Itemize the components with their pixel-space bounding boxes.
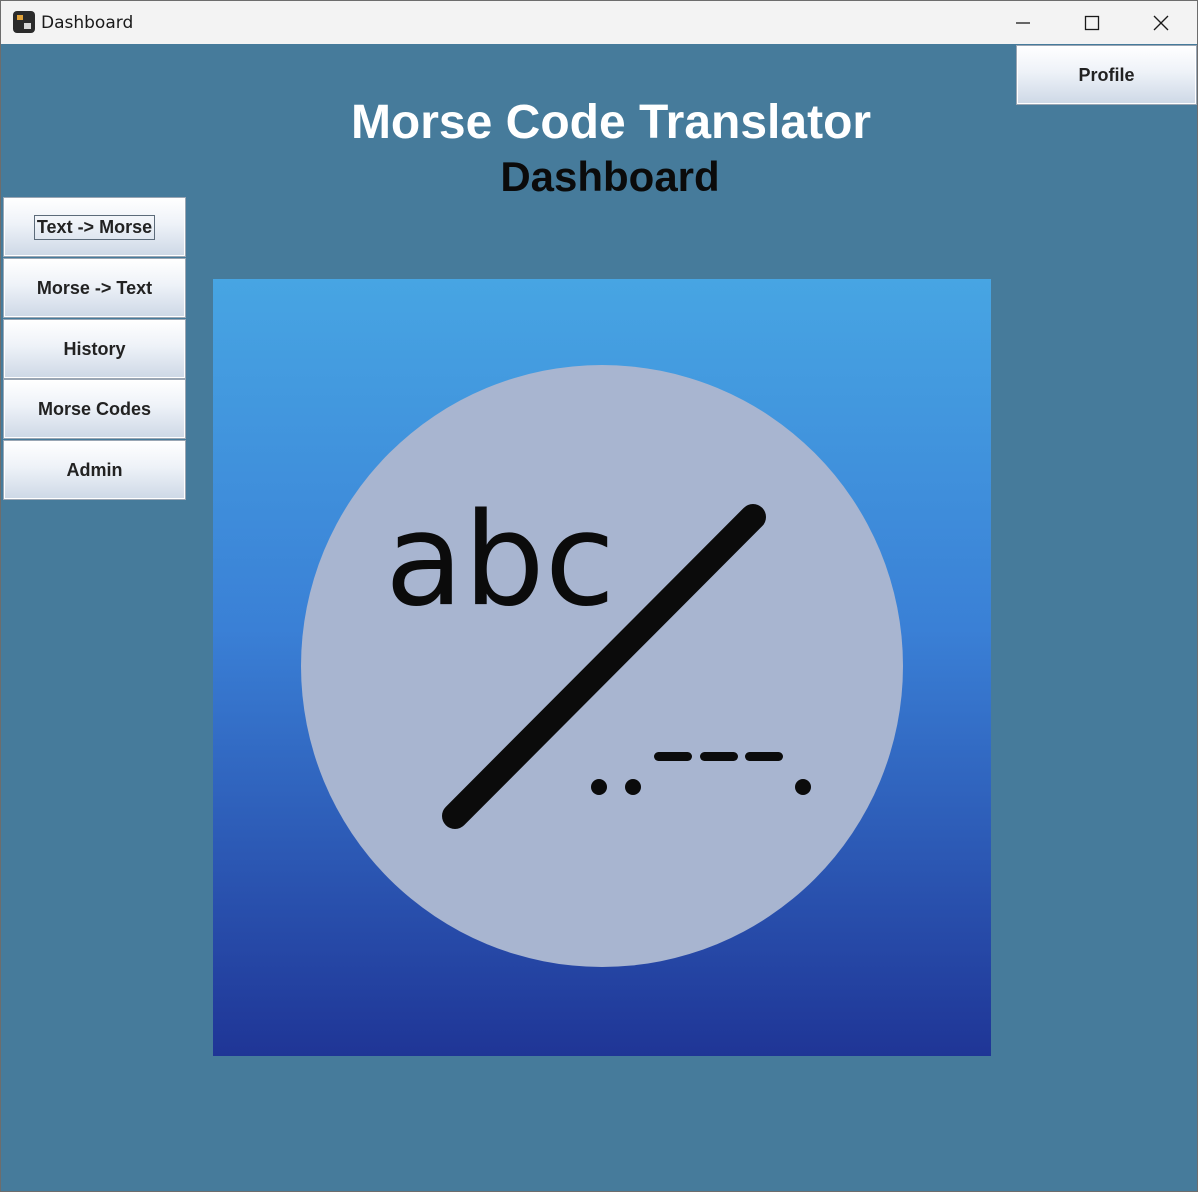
morse-to-text-label: Morse -> Text (36, 277, 153, 298)
morse-dash-1 (654, 752, 692, 761)
maximize-icon (1084, 15, 1100, 30)
window-title: Dashboard (41, 13, 134, 33)
morse-dot-3 (795, 779, 811, 795)
title-bar[interactable]: Dashboard (1, 1, 1197, 44)
morse-codes-button[interactable]: Morse Codes (3, 379, 186, 439)
app-title: Morse Code Translator (350, 96, 872, 149)
morse-logo-icon: abc (213, 279, 991, 1056)
morse-to-text-button[interactable]: Morse -> Text (3, 258, 186, 318)
app-icon (13, 11, 35, 33)
morse-dash-2 (700, 752, 738, 761)
dashboard-window: Dashboard Profile Morse Code Translator … (0, 0, 1198, 1192)
minimize-icon (1016, 21, 1030, 24)
morse-dot-2 (625, 779, 641, 795)
history-button[interactable]: History (3, 319, 186, 379)
minimize-button[interactable] (989, 1, 1057, 44)
logo-abc-text: abc (385, 486, 615, 635)
history-label: History (63, 338, 126, 359)
text-to-morse-button[interactable]: Text -> Morse (3, 197, 186, 257)
text-to-morse-label: Text -> Morse (33, 214, 156, 240)
morse-dash-3 (745, 752, 783, 761)
close-button[interactable] (1127, 1, 1195, 44)
admin-label: Admin (66, 459, 123, 480)
morse-codes-label: Morse Codes (37, 398, 152, 419)
profile-button-label: Profile (1078, 64, 1135, 85)
close-icon (1153, 15, 1169, 30)
admin-button[interactable]: Admin (3, 440, 186, 500)
maximize-button[interactable] (1058, 1, 1126, 44)
page-title: Dashboard (500, 153, 720, 200)
morse-dot-1 (591, 779, 607, 795)
